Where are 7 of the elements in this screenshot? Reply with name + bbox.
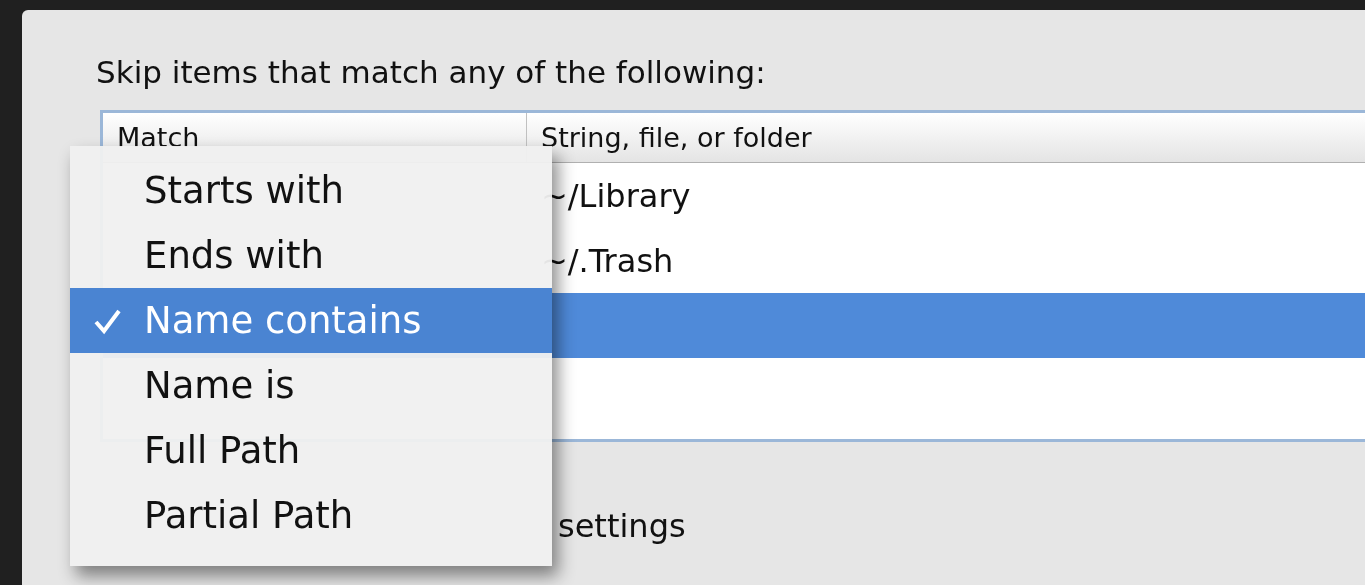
table-cell-text: ~/.Trash [540, 240, 674, 282]
section-heading: Skip items that match any of the following: [96, 53, 767, 92]
menu-item[interactable]: Full Path [70, 418, 552, 483]
menu-item[interactable]: Name is [70, 353, 552, 418]
menu-item[interactable]: Partial Path [70, 483, 552, 548]
checkbox-label[interactable]: settings [558, 502, 686, 550]
menu-item[interactable]: Name contains [70, 288, 552, 353]
